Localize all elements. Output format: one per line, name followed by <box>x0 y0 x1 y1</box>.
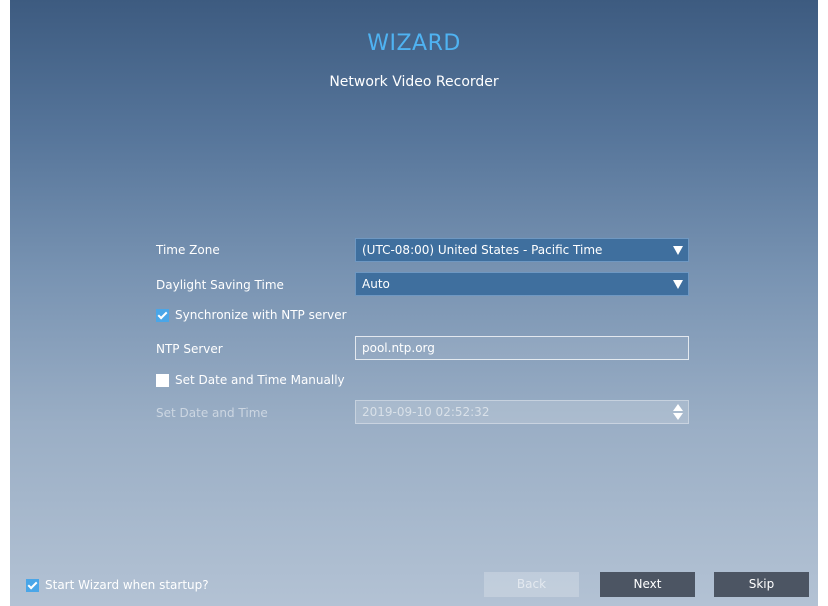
ntp-sync-option[interactable]: Synchronize with NTP server <box>156 307 347 323</box>
manual-time-label: Set Date and Time Manually <box>175 373 345 387</box>
skip-button[interactable]: Skip <box>714 572 809 597</box>
startup-label: Start Wizard when startup? <box>45 578 209 592</box>
ntp-sync-checkbox[interactable] <box>156 308 169 322</box>
time-zone-value: (UTC-08:00) United States - Pacific Time <box>362 243 603 257</box>
wizard-title: WIZARD <box>367 31 461 56</box>
time-zone-select[interactable]: (UTC-08:00) United States - Pacific Time <box>355 238 689 262</box>
manual-time-checkbox[interactable] <box>156 373 169 387</box>
spinner-icon <box>673 404 683 420</box>
ntp-server-value: pool.ntp.org <box>362 341 435 355</box>
ntp-server-input[interactable]: pool.ntp.org <box>355 336 689 360</box>
dst-select[interactable]: Auto <box>355 272 689 296</box>
startup-checkbox[interactable] <box>26 578 39 592</box>
dst-label: Daylight Saving Time <box>156 278 284 292</box>
ntp-server-label: NTP Server <box>156 342 223 356</box>
wizard-subtitle: Network Video Recorder <box>329 74 499 90</box>
datetime-value: 2019-09-10 02:52:32 <box>362 405 490 419</box>
dst-value: Auto <box>362 277 390 291</box>
manual-time-option[interactable]: Set Date and Time Manually <box>156 372 345 388</box>
next-button[interactable]: Next <box>600 572 695 597</box>
startup-option[interactable]: Start Wizard when startup? <box>26 577 209 593</box>
time-zone-label: Time Zone <box>156 243 220 257</box>
wizard-screen: WIZARD Network Video Recorder Time Zone … <box>10 0 818 606</box>
back-button: Back <box>484 572 579 597</box>
chevron-down-icon[interactable] <box>673 246 683 255</box>
datetime-input: 2019-09-10 02:52:32 <box>355 400 689 424</box>
chevron-down-icon[interactable] <box>673 280 683 289</box>
datetime-label: Set Date and Time <box>156 406 268 420</box>
ntp-sync-label: Synchronize with NTP server <box>175 308 347 322</box>
